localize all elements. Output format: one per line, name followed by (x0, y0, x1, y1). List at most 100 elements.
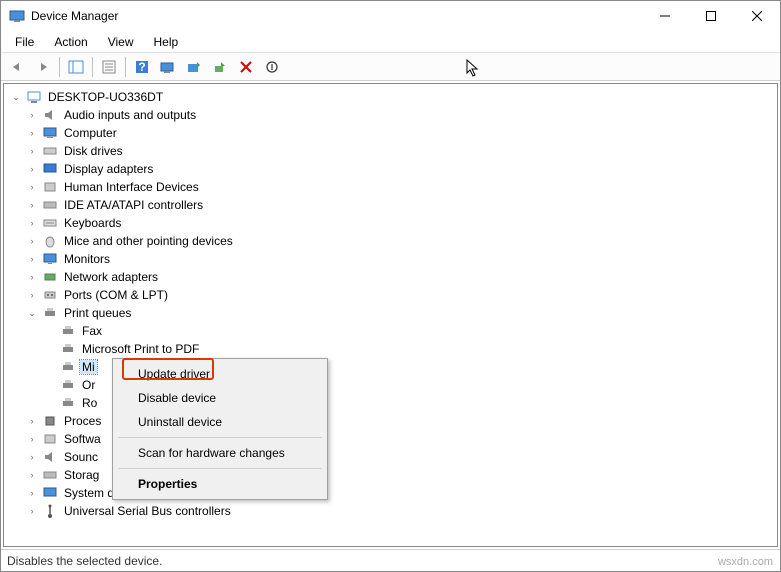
maximize-button[interactable] (688, 1, 734, 31)
status-text: Disables the selected device. (7, 554, 162, 568)
close-button[interactable] (734, 1, 780, 31)
menu-help[interactable]: Help (146, 33, 187, 51)
ctx-separator (118, 437, 322, 438)
cpu-icon (42, 413, 58, 429)
ctx-update-driver[interactable]: Update driver (116, 362, 324, 386)
disable-button[interactable] (260, 55, 284, 79)
storage-icon (42, 467, 58, 483)
ports-icon (42, 287, 58, 303)
statusbar: Disables the selected device. (1, 549, 780, 571)
tree-label: Microsoft Print to PDF (80, 342, 201, 356)
tree-category-audio[interactable]: › Audio inputs and outputs (4, 106, 777, 124)
monitor-icon (42, 251, 58, 267)
tree-label: Audio inputs and outputs (62, 108, 198, 122)
tree-category-disk[interactable]: › Disk drives (4, 142, 777, 160)
tree-root[interactable]: ⌄ DESKTOP-UO336DT (4, 88, 777, 106)
tree-label: Keyboards (62, 216, 123, 230)
expand-icon[interactable]: › (26, 235, 38, 247)
toolbar-separator (59, 57, 60, 77)
computer-icon (26, 89, 42, 105)
tree-category-mice[interactable]: › Mice and other pointing devices (4, 232, 777, 250)
ctx-properties[interactable]: Properties (116, 472, 324, 496)
tree-category-monitors[interactable]: › Monitors (4, 250, 777, 268)
tree-category-printqueues[interactable]: ⌄ Print queues (4, 304, 777, 322)
update-driver-button[interactable] (182, 55, 206, 79)
expand-icon[interactable]: › (26, 289, 38, 301)
menu-file[interactable]: File (7, 33, 42, 51)
expand-icon[interactable]: › (26, 163, 38, 175)
forward-button[interactable] (31, 55, 55, 79)
expand-icon[interactable]: › (26, 145, 38, 157)
tree-label: Disk drives (62, 144, 125, 158)
tree-category-ide[interactable]: ›IDE ATA/ATAPI controllers (4, 196, 777, 214)
expand-icon[interactable]: › (26, 127, 38, 139)
watermark: wsxdn.com (718, 556, 773, 568)
expand-icon[interactable]: › (26, 109, 38, 121)
help-button[interactable]: ? (130, 55, 154, 79)
tree-category-hid[interactable]: ›Human Interface Devices (4, 178, 777, 196)
app-icon (9, 8, 25, 24)
tree-category-computer[interactable]: › Computer (4, 124, 777, 142)
collapse-icon[interactable]: ⌄ (10, 91, 22, 103)
tree-item-mspdf[interactable]: Microsoft Print to PDF (4, 340, 777, 358)
expand-icon[interactable]: › (26, 451, 38, 463)
expand-icon[interactable]: › (26, 271, 38, 283)
expand-icon[interactable]: › (26, 415, 38, 427)
sound-icon (42, 449, 58, 465)
tree-label: Network adapters (62, 270, 160, 284)
tree-label: Storag (62, 468, 101, 482)
show-hide-tree-button[interactable] (64, 55, 88, 79)
tree-label: Display adapters (62, 162, 155, 176)
tree-category-display[interactable]: › Display adapters (4, 160, 777, 178)
enable-button[interactable] (208, 55, 232, 79)
expand-icon[interactable]: › (26, 253, 38, 265)
menu-view[interactable]: View (100, 33, 142, 51)
tree-label: Print queues (62, 306, 133, 320)
ide-icon (42, 197, 58, 213)
minimize-button[interactable] (642, 1, 688, 31)
expand-icon[interactable]: › (26, 469, 38, 481)
tree-category-usb[interactable]: ›Universal Serial Bus controllers (4, 502, 777, 520)
printer-icon (60, 377, 76, 393)
tree-item-fax[interactable]: Fax (4, 322, 777, 340)
svg-text:?: ? (138, 60, 145, 74)
tree-label: Ro (80, 396, 99, 410)
speaker-icon (42, 107, 58, 123)
menubar: File Action View Help (1, 31, 780, 53)
printer-icon (60, 395, 76, 411)
ctx-uninstall-device[interactable]: Uninstall device (116, 410, 324, 434)
printer-icon (42, 305, 58, 321)
collapse-icon[interactable]: ⌄ (26, 307, 38, 319)
network-icon (42, 269, 58, 285)
properties-button[interactable] (97, 55, 121, 79)
tree-label: Monitors (62, 252, 112, 266)
printer-icon (60, 359, 76, 375)
system-icon (42, 485, 58, 501)
context-menu: Update driver Disable device Uninstall d… (112, 358, 328, 500)
expand-icon[interactable]: › (26, 199, 38, 211)
tree-category-network[interactable]: › Network adapters (4, 268, 777, 286)
disk-icon (42, 143, 58, 159)
ctx-scan-hardware[interactable]: Scan for hardware changes (116, 441, 324, 465)
scan-button[interactable] (156, 55, 180, 79)
back-button[interactable] (5, 55, 29, 79)
tree-label: Computer (62, 126, 119, 140)
ctx-separator (118, 468, 322, 469)
usb-icon (42, 503, 58, 519)
expand-icon[interactable]: › (26, 487, 38, 499)
printer-icon (60, 323, 76, 339)
expand-icon[interactable]: › (26, 433, 38, 445)
tree-category-ports[interactable]: ›Ports (COM & LPT) (4, 286, 777, 304)
tree-label: DESKTOP-UO336DT (46, 90, 165, 104)
tree-label: Mice and other pointing devices (62, 234, 235, 248)
tree-label: Softwa (62, 432, 103, 446)
ctx-disable-device[interactable]: Disable device (116, 386, 324, 410)
window-buttons (642, 1, 780, 31)
menu-action[interactable]: Action (46, 33, 95, 51)
expand-icon[interactable]: › (26, 217, 38, 229)
expand-icon[interactable]: › (26, 181, 38, 193)
uninstall-button[interactable] (234, 55, 258, 79)
mouse-icon (42, 233, 58, 249)
tree-category-keyboards[interactable]: › Keyboards (4, 214, 777, 232)
expand-icon[interactable]: › (26, 505, 38, 517)
